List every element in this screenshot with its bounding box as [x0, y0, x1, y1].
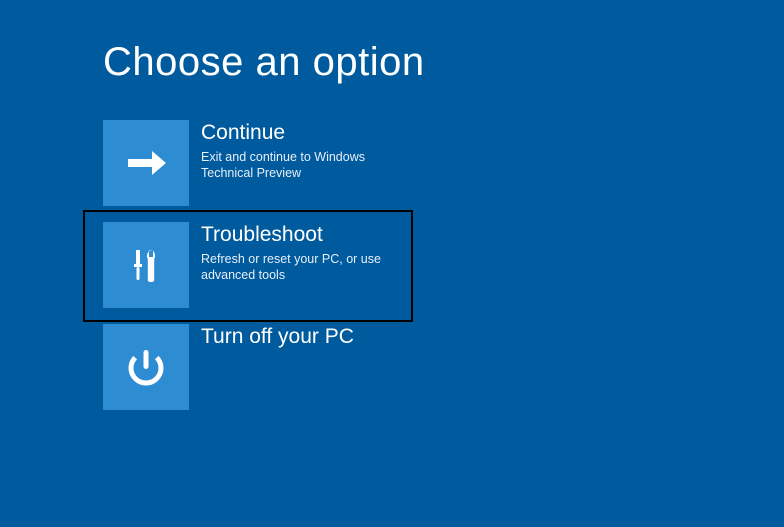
option-troubleshoot-desc: Refresh or reset your PC, or use advance… — [201, 251, 401, 284]
option-troubleshoot-title: Troubleshoot — [201, 222, 401, 247]
option-troubleshoot[interactable]: Troubleshoot Refresh or reset your PC, o… — [103, 222, 433, 308]
option-turnoff-title: Turn off your PC — [201, 324, 354, 349]
tools-icon — [103, 222, 189, 308]
option-list: Continue Exit and continue to Windows Te… — [103, 120, 784, 410]
option-troubleshoot-text: Troubleshoot Refresh or reset your PC, o… — [189, 222, 401, 284]
option-turnoff-text: Turn off your PC — [189, 324, 354, 353]
power-icon — [103, 324, 189, 410]
arrow-right-icon — [103, 120, 189, 206]
option-continue[interactable]: Continue Exit and continue to Windows Te… — [103, 120, 433, 206]
option-continue-title: Continue — [201, 120, 401, 145]
page-title: Choose an option — [103, 40, 784, 85]
option-continue-desc: Exit and continue to Windows Technical P… — [201, 149, 401, 182]
option-turnoff[interactable]: Turn off your PC — [103, 324, 433, 410]
option-continue-text: Continue Exit and continue to Windows Te… — [189, 120, 401, 182]
